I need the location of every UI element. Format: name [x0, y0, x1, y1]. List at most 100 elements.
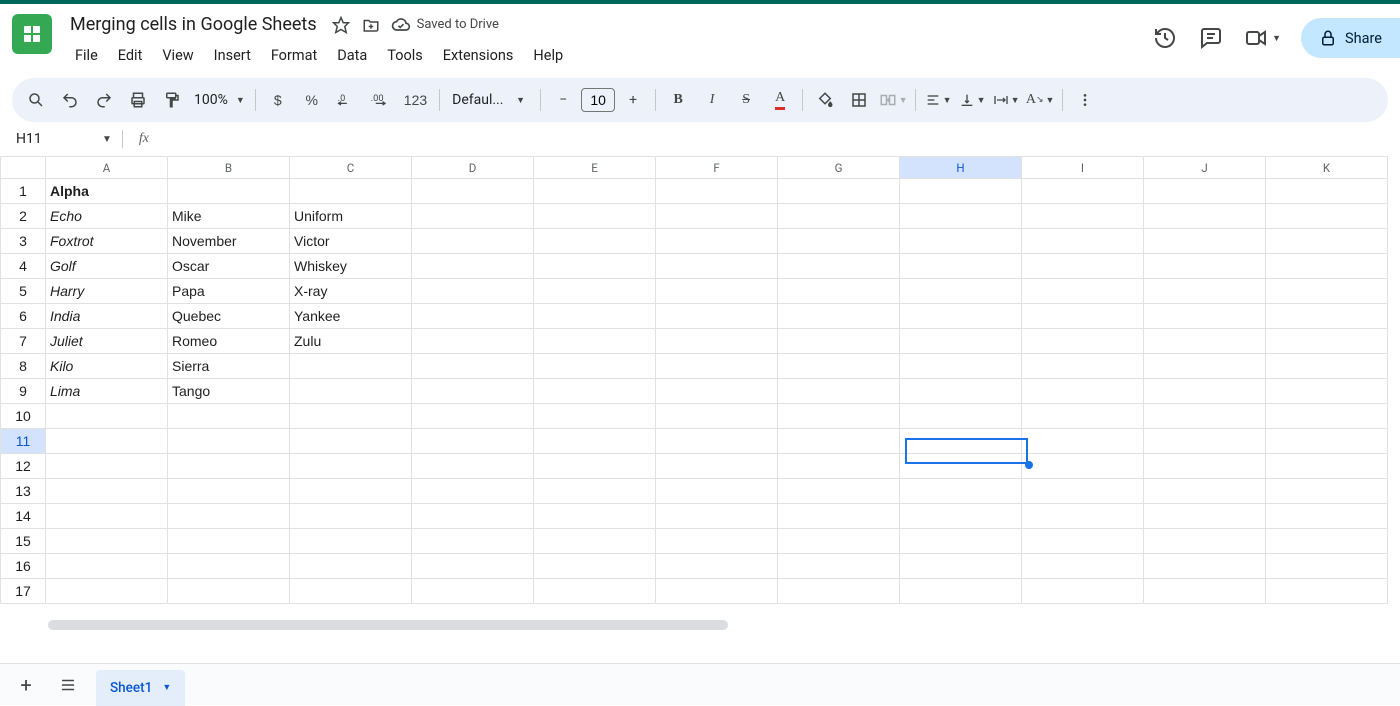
cell[interactable]	[1144, 504, 1266, 529]
cell[interactable]	[290, 354, 412, 379]
row-header[interactable]: 16	[1, 554, 46, 579]
cell[interactable]	[412, 379, 534, 404]
cell[interactable]: Oscar	[168, 254, 290, 279]
cell[interactable]	[46, 454, 168, 479]
cell[interactable]	[656, 329, 778, 354]
increase-decimal[interactable]: .00	[364, 84, 396, 116]
cell[interactable]	[1266, 354, 1388, 379]
cell[interactable]: Foxtrot	[46, 229, 168, 254]
cell[interactable]	[900, 429, 1022, 454]
cell[interactable]	[1144, 429, 1266, 454]
cell[interactable]	[1144, 254, 1266, 279]
cell[interactable]	[1022, 229, 1144, 254]
column-header[interactable]: C	[290, 157, 412, 179]
bold-button[interactable]: B	[662, 84, 694, 116]
sheet-tab[interactable]: Sheet1 ▼	[96, 670, 185, 706]
cell[interactable]	[534, 329, 656, 354]
row-header[interactable]: 11	[1, 429, 46, 454]
cell[interactable]	[1022, 354, 1144, 379]
v-align-button[interactable]: ▼	[956, 84, 988, 116]
cell[interactable]	[412, 404, 534, 429]
cell[interactable]	[778, 354, 900, 379]
menu-extensions[interactable]: Extensions	[434, 41, 523, 70]
cell[interactable]: Echo	[46, 204, 168, 229]
cell[interactable]	[168, 179, 290, 204]
decrease-decimal[interactable]: .0	[330, 84, 362, 116]
cell[interactable]	[656, 279, 778, 304]
cell[interactable]	[656, 379, 778, 404]
cell[interactable]	[290, 579, 412, 604]
format-123[interactable]: 123	[398, 84, 433, 116]
column-header[interactable]: G	[778, 157, 900, 179]
cell[interactable]	[1144, 454, 1266, 479]
cell[interactable]	[1144, 554, 1266, 579]
formula-bar[interactable]	[159, 129, 1400, 149]
cell[interactable]	[656, 579, 778, 604]
text-color-button[interactable]: A	[764, 84, 796, 116]
column-header[interactable]: I	[1022, 157, 1144, 179]
cell[interactable]	[1266, 529, 1388, 554]
comments-icon[interactable]	[1198, 25, 1224, 51]
cell[interactable]: Uniform	[290, 204, 412, 229]
cell[interactable]	[290, 479, 412, 504]
row-header[interactable]: 15	[1, 529, 46, 554]
row-header[interactable]: 4	[1, 254, 46, 279]
cell[interactable]	[1144, 354, 1266, 379]
cell[interactable]	[1144, 579, 1266, 604]
spreadsheet-grid[interactable]: ABCDEFGHIJK1Alpha2EchoMikeUniform3Foxtro…	[0, 156, 1400, 634]
cell[interactable]	[900, 179, 1022, 204]
cell[interactable]	[900, 504, 1022, 529]
menu-insert[interactable]: Insert	[205, 41, 260, 70]
cell[interactable]: Romeo	[168, 329, 290, 354]
cell[interactable]	[412, 554, 534, 579]
cell[interactable]	[778, 254, 900, 279]
print-button[interactable]	[122, 84, 154, 116]
add-sheet-button[interactable]: +	[12, 671, 40, 699]
cell[interactable]	[900, 529, 1022, 554]
cell[interactable]	[412, 504, 534, 529]
cell[interactable]	[1266, 254, 1388, 279]
cell[interactable]: Papa	[168, 279, 290, 304]
cell[interactable]	[900, 254, 1022, 279]
cell[interactable]	[290, 429, 412, 454]
menu-file[interactable]: File	[66, 41, 107, 70]
cell[interactable]	[168, 529, 290, 554]
redo-button[interactable]	[88, 84, 120, 116]
cell[interactable]	[656, 429, 778, 454]
cell[interactable]	[412, 279, 534, 304]
cell[interactable]: Yankee	[290, 304, 412, 329]
cell[interactable]	[656, 529, 778, 554]
cell[interactable]	[168, 404, 290, 429]
cell[interactable]	[1266, 454, 1388, 479]
cell[interactable]	[1022, 504, 1144, 529]
cell[interactable]: India	[46, 304, 168, 329]
cell[interactable]	[1144, 304, 1266, 329]
cell[interactable]	[1144, 379, 1266, 404]
cell[interactable]	[900, 329, 1022, 354]
cell[interactable]	[290, 529, 412, 554]
row-header[interactable]: 9	[1, 379, 46, 404]
font-select[interactable]: Defaul...▼	[446, 92, 534, 108]
format-percent[interactable]: %	[296, 84, 328, 116]
cell[interactable]	[778, 379, 900, 404]
cell[interactable]	[534, 354, 656, 379]
cell[interactable]	[534, 279, 656, 304]
cell[interactable]	[778, 554, 900, 579]
cell[interactable]	[900, 229, 1022, 254]
cell[interactable]: Sierra	[168, 354, 290, 379]
cell[interactable]: Golf	[46, 254, 168, 279]
cell[interactable]	[900, 354, 1022, 379]
cell[interactable]	[778, 429, 900, 454]
cell[interactable]	[46, 479, 168, 504]
cell[interactable]	[534, 179, 656, 204]
search-icon[interactable]	[20, 84, 52, 116]
cell[interactable]	[778, 404, 900, 429]
cell[interactable]	[656, 404, 778, 429]
cell[interactable]	[900, 554, 1022, 579]
cell[interactable]	[168, 554, 290, 579]
font-size-decrease[interactable]: −	[547, 84, 579, 116]
menu-data[interactable]: Data	[328, 41, 376, 70]
cell[interactable]	[900, 379, 1022, 404]
cell[interactable]	[1144, 479, 1266, 504]
cell[interactable]	[900, 204, 1022, 229]
